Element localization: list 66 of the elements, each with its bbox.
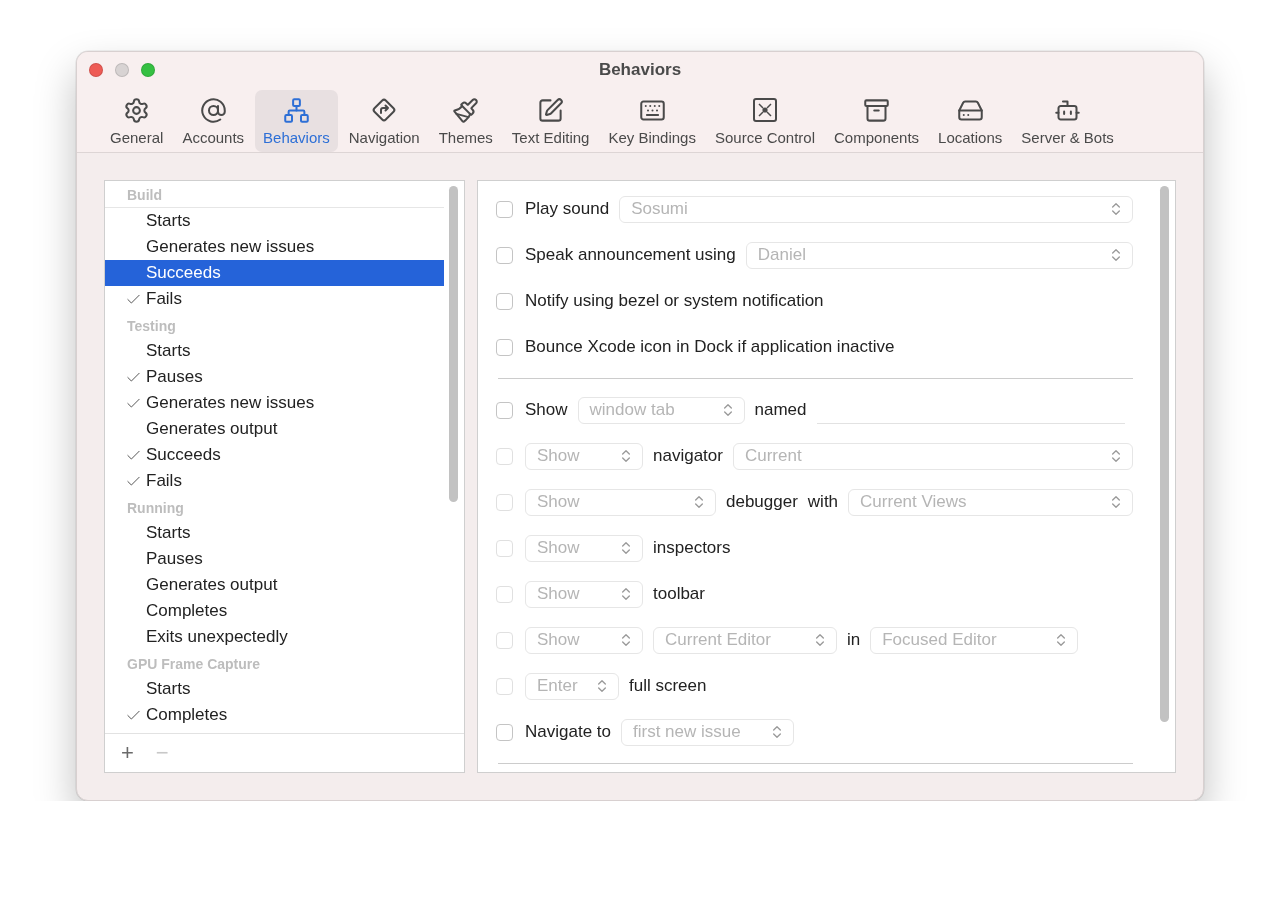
option-label: Play sound (525, 199, 610, 219)
minimize-button[interactable] (115, 63, 129, 77)
checkbox[interactable] (496, 200, 513, 218)
toolbar-tab[interactable]: Accounts (174, 90, 253, 152)
paintbrush-icon (452, 96, 480, 124)
framed-cross-icon (751, 96, 779, 124)
sidebar-item[interactable]: Generates new issues (105, 234, 444, 260)
toolbar-tab[interactable]: Locations (930, 90, 1011, 152)
sidebar-item[interactable]: Succeeds (105, 260, 444, 286)
sidebar-item[interactable]: Pauses (105, 364, 444, 390)
option-label: toolbar (653, 584, 705, 604)
window-title: Behaviors (598, 60, 682, 80)
sidebar-item[interactable]: Fails (105, 468, 444, 494)
sidebar-item[interactable]: Starts (105, 208, 444, 234)
option-label: navigator (653, 446, 723, 466)
option-label: Navigate to (525, 722, 611, 742)
option-label: named (754, 400, 807, 420)
add-button[interactable]: + (117, 740, 138, 766)
toolbar-tab[interactable]: Navigation (340, 90, 428, 152)
toolbar-tab[interactable]: Server & Bots (1013, 90, 1122, 152)
scrollbar-thumb[interactable] (449, 186, 458, 502)
sidebar-item[interactable]: Fails (105, 286, 444, 312)
pen-square-icon (537, 96, 565, 124)
sidebar-item[interactable]: Starts (105, 676, 444, 702)
group-header: Running (126, 499, 185, 518)
sidebar-item[interactable]: Completes (105, 598, 444, 624)
group-header: Build (105, 181, 444, 208)
option-label: Notify using bezel or system notification (525, 291, 824, 311)
checkbox[interactable] (496, 401, 513, 419)
close-button[interactable] (89, 63, 103, 77)
zoom-button[interactable] (141, 63, 155, 77)
option-label: inspectors (653, 538, 731, 558)
option-label: full screen (629, 676, 707, 696)
option-label: Show (525, 400, 568, 420)
sidebar-item[interactable]: Pauses (105, 546, 444, 572)
sidebar-item[interactable]: Exits unexpectedly (105, 624, 444, 650)
option-label: Bounce Xcode icon in Dock if application inactive (525, 337, 895, 357)
at-sign-icon (199, 96, 227, 124)
sidebar-item[interactable]: Starts (105, 520, 444, 546)
toolbar-tab[interactable]: Key Bindings (600, 90, 704, 152)
toolbar-tab[interactable]: Source Control (706, 90, 824, 152)
settings-icon (123, 96, 151, 124)
group-header: GPU Frame Capture (126, 655, 262, 674)
option-label: with (807, 492, 839, 512)
sidebar-item[interactable]: Generates output (105, 416, 444, 442)
option-label: in (847, 630, 861, 650)
scrollbar-thumb[interactable] (1160, 186, 1169, 722)
option-label: debugger (726, 492, 798, 512)
box-icon (863, 96, 891, 124)
checkbox[interactable] (496, 246, 513, 264)
toolbar-tab[interactable]: Components (826, 90, 928, 152)
toolbar-tab[interactable]: Text Editing (503, 90, 598, 152)
toolbar-tab[interactable]: Behaviors (255, 90, 338, 152)
sidebar-item[interactable]: Generates output (105, 572, 444, 598)
sidebar-item[interactable]: Starts (105, 338, 444, 364)
group-header: Testing (126, 317, 177, 336)
checkbox[interactable] (496, 292, 513, 310)
toolbar-tab[interactable]: General (102, 90, 172, 152)
option-label: Speak announcement using (525, 245, 736, 265)
checkbox[interactable] (496, 723, 513, 741)
sidebar-item[interactable]: Succeeds (105, 442, 444, 468)
toolbar-tab[interactable]: Themes (430, 90, 501, 152)
checkbox[interactable] (496, 338, 513, 356)
sidebar-item[interactable]: Completes (105, 702, 444, 728)
hierarchy-icon (282, 96, 310, 124)
sidebar-item[interactable]: Generates new issues (105, 390, 444, 416)
